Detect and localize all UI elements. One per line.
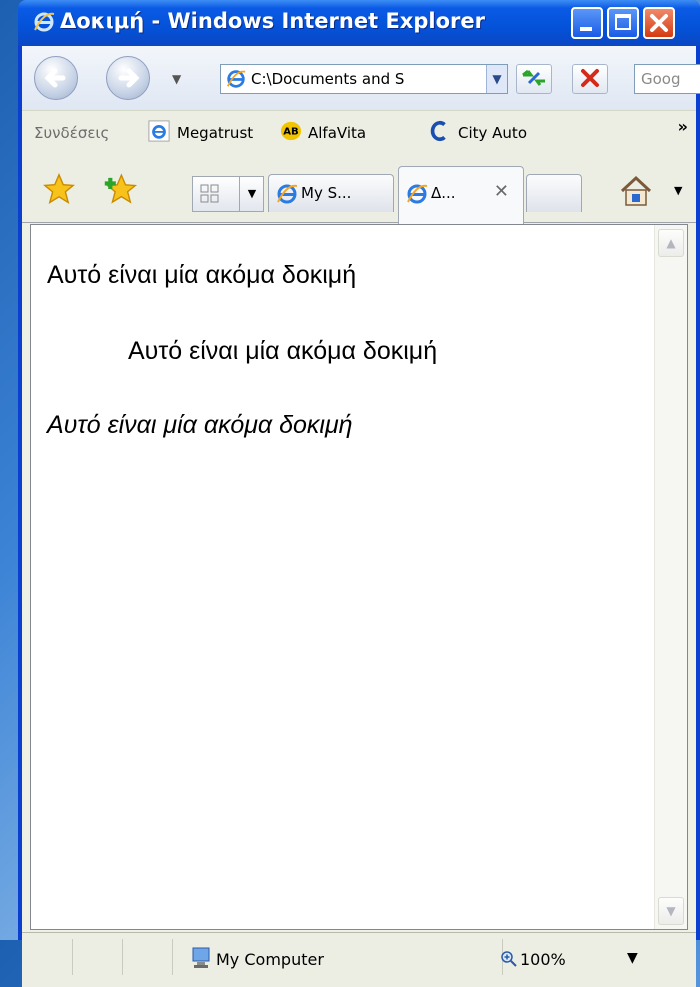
- zoom-dropdown[interactable]: ▼: [627, 950, 638, 966]
- link-city-auto[interactable]: City Auto: [458, 124, 527, 142]
- computer-icon: [192, 947, 210, 968]
- ie-icon: [277, 184, 298, 204]
- tab-list-dropdown[interactable]: ▼: [239, 177, 264, 211]
- quick-tabs-icon: [200, 184, 219, 203]
- title-bar[interactable]: Δοκιμή - Windows Internet Explorer: [18, 0, 700, 46]
- vertical-scrollbar[interactable]: ▲ ▼: [654, 225, 687, 929]
- links-overflow-button[interactable]: »: [678, 117, 688, 136]
- ie-icon: [148, 120, 170, 142]
- ie-icon: [407, 184, 428, 204]
- home-icon[interactable]: [618, 174, 654, 208]
- maximize-button[interactable]: [607, 7, 639, 39]
- ie-page-icon: [226, 70, 246, 88]
- close-tab-icon[interactable]: ✕: [494, 181, 509, 202]
- security-zone[interactable]: My Computer: [216, 950, 324, 969]
- c-icon: [430, 120, 446, 142]
- refresh-icon: [522, 69, 545, 86]
- links-bar: Συνδέσεις Megatrust AB AlfaVita City Aut…: [22, 110, 696, 157]
- tab-label: Δ...: [431, 184, 456, 202]
- stop-button[interactable]: [572, 64, 608, 94]
- tab-my-s[interactable]: My S...: [268, 174, 394, 212]
- tab-bar: ▼ My S... Δ... ✕ ▼: [22, 156, 696, 233]
- link-megatrust[interactable]: Megatrust: [177, 124, 253, 142]
- search-input[interactable]: Goog: [634, 64, 700, 94]
- tab-active[interactable]: Δ... ✕: [398, 166, 524, 233]
- refresh-button[interactable]: [516, 64, 552, 94]
- paragraph-2-indented: Αυτό είναι μία ακόμα δοκιμή: [128, 337, 438, 365]
- links-label: Συνδέσεις: [34, 124, 110, 142]
- search-placeholder: Goog: [641, 70, 681, 88]
- ie-logo-icon: [34, 12, 55, 32]
- navigation-bar: ▼ C:\Documents and S ▼ Goog: [22, 46, 700, 110]
- stop-icon: [581, 69, 599, 87]
- favorites-star-icon[interactable]: [42, 172, 76, 206]
- address-text: C:\Documents and S: [251, 70, 405, 88]
- svg-text:AB: AB: [283, 127, 298, 138]
- paragraph-3-italic: Αυτό είναι μία ακόμα δοκιμή: [47, 411, 353, 439]
- browser-client: ▼ C:\Documents and S ▼ Goog Συνδέσεις Me…: [22, 46, 700, 987]
- forward-arrow-icon: [118, 68, 140, 88]
- minimize-button[interactable]: [571, 7, 603, 39]
- window-title: Δοκιμή - Windows Internet Explorer: [60, 9, 485, 33]
- ab-icon: AB: [280, 121, 302, 141]
- scroll-up-button[interactable]: ▲: [658, 229, 684, 257]
- close-window-button[interactable]: [643, 7, 675, 39]
- scroll-down-button[interactable]: ▼: [658, 897, 684, 925]
- status-bar: My Computer 100% ▼: [22, 932, 696, 987]
- minimize-icon: [580, 27, 592, 31]
- maximize-icon: [615, 14, 631, 30]
- page-content: Αυτό είναι μία ακόμα δοκιμή Αυτό είναι μ…: [30, 224, 688, 930]
- new-tab-button[interactable]: [526, 174, 582, 212]
- add-favorites-icon[interactable]: [102, 172, 138, 206]
- home-dropdown[interactable]: ▼: [674, 184, 682, 197]
- chevron-down-icon[interactable]: ▼: [486, 65, 507, 93]
- link-alfavita[interactable]: AlfaVita: [308, 124, 366, 142]
- quick-tabs-button[interactable]: ▼: [192, 176, 264, 212]
- recent-pages-dropdown[interactable]: ▼: [172, 72, 181, 86]
- back-button[interactable]: [34, 56, 78, 100]
- address-bar[interactable]: C:\Documents and S ▼: [220, 64, 508, 94]
- paragraph-1: Αυτό είναι μία ακόμα δοκιμή: [47, 261, 357, 289]
- tab-label: My S...: [301, 184, 352, 202]
- forward-button[interactable]: [106, 56, 150, 100]
- zoom-level[interactable]: 100%: [520, 950, 566, 969]
- back-arrow-icon: [44, 68, 66, 88]
- ie-window: Δοκιμή - Windows Internet Explorer ▼ C:\…: [18, 0, 700, 987]
- close-icon: [650, 14, 668, 32]
- zoom-icon: [501, 951, 517, 967]
